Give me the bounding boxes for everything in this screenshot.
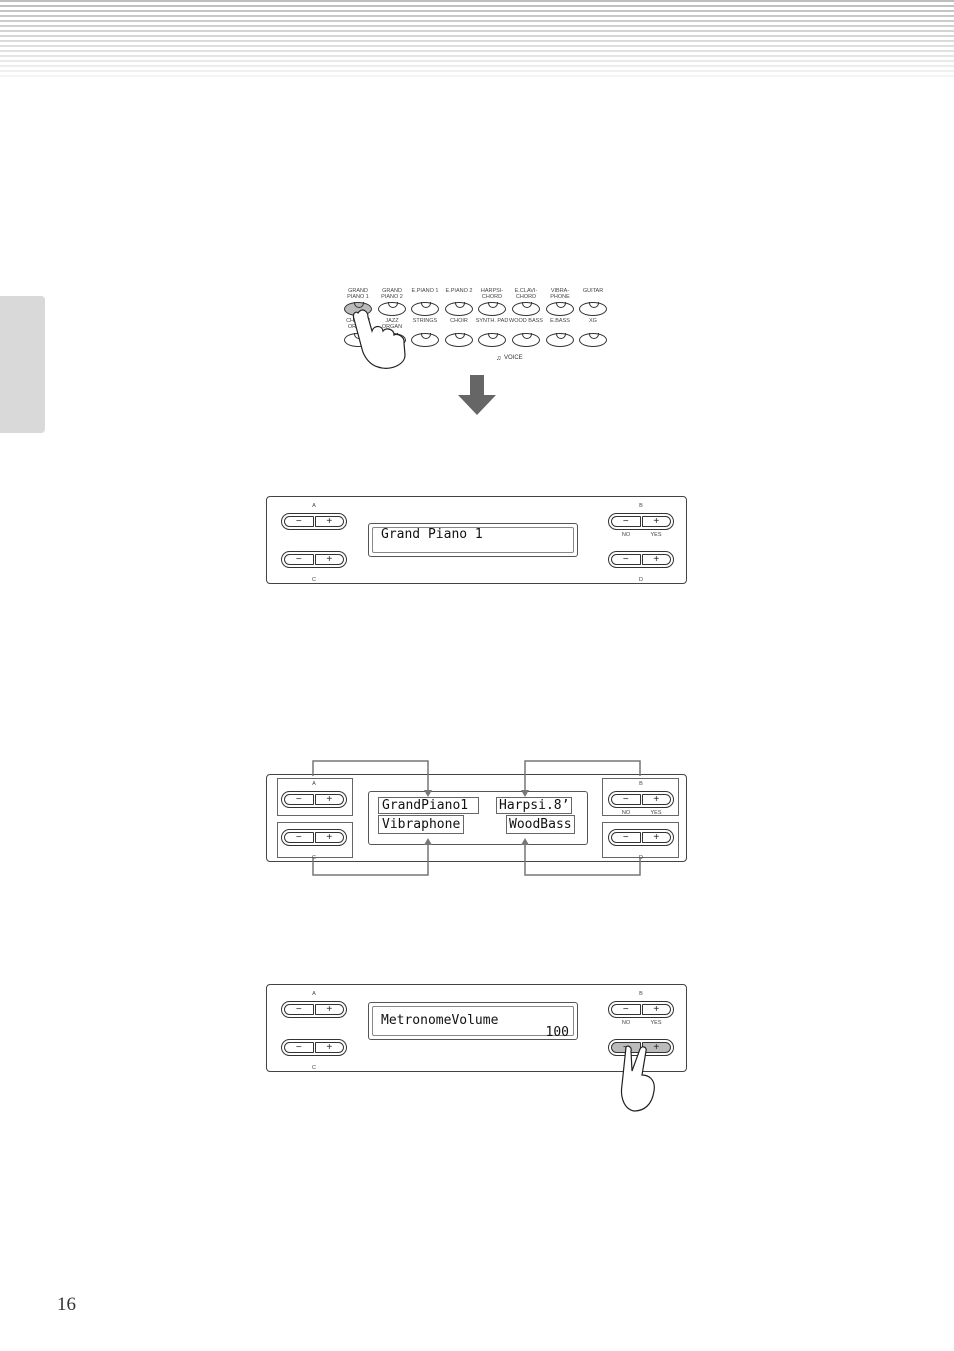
minus-button[interactable]: − xyxy=(284,1042,314,1053)
label-a: A xyxy=(312,991,316,997)
minus-button[interactable]: − xyxy=(284,1004,314,1015)
button-c[interactable]: − + xyxy=(281,1039,347,1056)
button-a[interactable]: − + xyxy=(281,1001,347,1018)
plus-button[interactable]: + xyxy=(314,1004,344,1015)
connector-lines xyxy=(312,760,641,876)
lcd-value: 100 xyxy=(545,1025,569,1040)
label-c: C xyxy=(312,1065,316,1071)
minus-button[interactable]: − xyxy=(611,1004,641,1015)
plus-button[interactable]: + xyxy=(314,1042,344,1053)
label-b: B xyxy=(639,991,643,997)
label-yes: YES xyxy=(650,1020,662,1026)
lcd-text: MetronomeVolume xyxy=(381,1013,499,1028)
lcd-display: MetronomeVolume 100 xyxy=(368,1002,578,1040)
page-number: 16 xyxy=(57,1294,76,1315)
plus-button[interactable]: + xyxy=(641,1004,671,1015)
label-no: NO xyxy=(621,1020,631,1026)
two-finger-hand-icon xyxy=(620,1045,655,1112)
button-b[interactable]: − + xyxy=(608,1001,674,1018)
